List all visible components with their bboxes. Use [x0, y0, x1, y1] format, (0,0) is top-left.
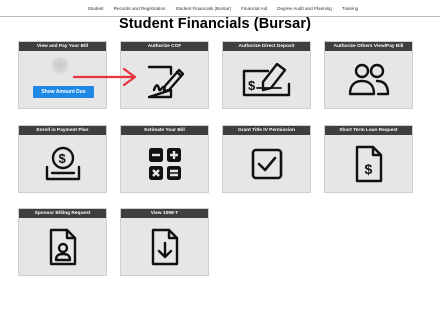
tile-grant-title-iv[interactable]: Grant Title IV Permission [222, 125, 311, 193]
red-arrow-annotation [72, 67, 137, 87]
tile-payment-plan[interactable]: Enroll in Payment Plan $ [18, 125, 107, 193]
users-icon [325, 51, 412, 108]
checkbox-icon [223, 135, 310, 192]
calculator-icon [121, 135, 208, 192]
tile-authorize-others[interactable]: Authorize Others View/Pay Bill [324, 41, 413, 109]
blurred-image [52, 57, 68, 75]
nav-item-records-registration[interactable]: Records and Registration [114, 6, 166, 11]
top-navigation: Student Records and Registration Student… [0, 0, 440, 17]
tile-title: View and Pay Your Bill [19, 42, 106, 51]
tile-title: View 1098-T [121, 209, 208, 218]
tile-estimate-bill[interactable]: Estimate Your Bill [120, 125, 209, 193]
tile-title: Enroll in Payment Plan [19, 126, 106, 135]
tile-title: Grant Title IV Permission [223, 126, 310, 135]
nav-item-training[interactable]: Training [342, 6, 358, 11]
check-pen-icon: $ [223, 51, 310, 108]
coin-slot-icon: $ [19, 135, 106, 192]
tile-title: Sponsor Billing Request [19, 209, 106, 218]
tile-title: Authorize COF [121, 42, 208, 51]
svg-text:$: $ [364, 161, 372, 177]
nav-item-student[interactable]: Student [88, 6, 104, 11]
tile-title: Authorize Direct Deposit [223, 42, 310, 51]
tile-view-1098t[interactable]: View 1098-T [120, 208, 209, 276]
tile-short-term-loan[interactable]: Short Term Loan Request $ [324, 125, 413, 193]
tile-sponsor-billing[interactable]: Sponsor Billing Request [18, 208, 107, 276]
download-document-icon [121, 218, 208, 275]
nav-item-student-financials[interactable]: Student Financials (Bursar) [175, 6, 231, 11]
person-document-icon [19, 218, 106, 275]
tile-title: Authorize Others View/Pay Bill [325, 42, 412, 51]
svg-text:$: $ [58, 151, 66, 166]
tile-authorize-direct-deposit[interactable]: Authorize Direct Deposit $ [222, 41, 311, 109]
dollar-document-icon: $ [325, 135, 412, 192]
nav-item-financial-aid[interactable]: Financial Aid [241, 6, 267, 11]
tile-title: Estimate Your Bill [121, 126, 208, 135]
tile-title: Short Term Loan Request [325, 126, 412, 135]
page-title: Student Financials (Bursar) [118, 16, 312, 32]
nav-item-degree-audit[interactable]: Degree Audit and Planning [277, 6, 332, 11]
svg-text:$: $ [248, 78, 256, 93]
